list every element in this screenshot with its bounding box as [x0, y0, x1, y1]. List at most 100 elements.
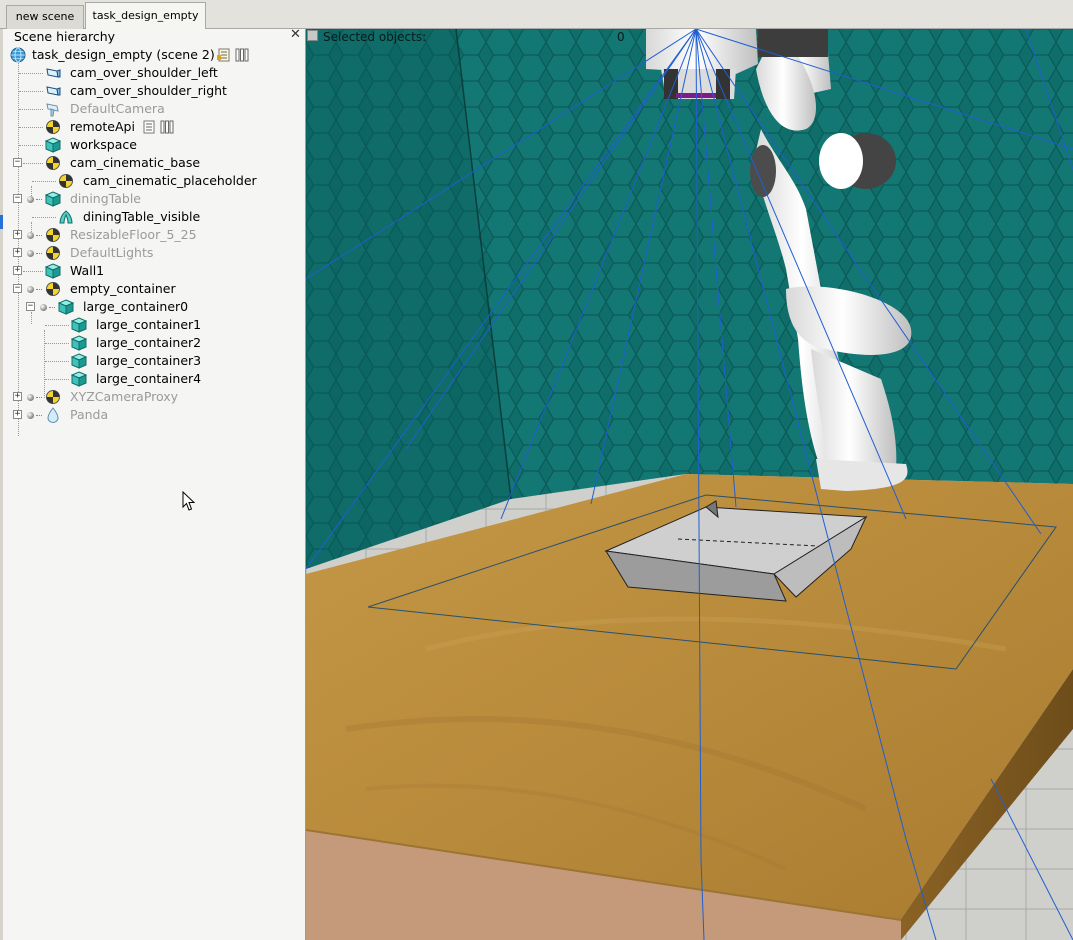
tree-item-label: cam_cinematic_placeholder	[83, 173, 257, 188]
dummy-icon	[59, 174, 73, 188]
tree-guide	[36, 397, 42, 398]
tree-guide	[19, 73, 43, 74]
expand-toggle[interactable]: +	[13, 266, 22, 275]
cuboid-icon	[71, 317, 87, 333]
tree-item-label: remoteApi	[70, 119, 135, 134]
cuboid-icon	[45, 137, 61, 153]
camera-icon	[46, 103, 59, 117]
tree-item-workspace[interactable]: workspace	[3, 136, 303, 154]
tree-item-label: DefaultCamera	[70, 101, 165, 116]
tree-item-label: XYZCameraProxy	[70, 389, 179, 404]
tree-item-cam-over-shoulder-right[interactable]: cam_over_shoulder_right	[3, 82, 303, 100]
scene-viewport[interactable]: Selected objects: 0	[306, 29, 1073, 940]
tree-guide	[36, 289, 42, 290]
cuboid-icon	[71, 371, 87, 387]
cuboid-icon	[71, 335, 87, 351]
cuboid-icon	[71, 353, 87, 369]
mouse-cursor-icon	[182, 491, 196, 511]
tree-guide	[23, 271, 43, 272]
tree-guide	[32, 217, 56, 218]
tree-item-default-camera[interactable]: DefaultCamera	[3, 100, 303, 118]
tree-item-empty-container[interactable]: − empty_container	[3, 280, 303, 298]
tree-item-large-container0[interactable]: − large_container0	[3, 298, 303, 316]
tree-item-cam-over-shoulder-left[interactable]: cam_over_shoulder_left	[3, 64, 303, 82]
camera-icon	[46, 86, 61, 96]
model-dot-icon	[27, 196, 34, 203]
tree-item-panda[interactable]: + Panda	[3, 406, 303, 424]
tree-item-label: large_container4	[96, 371, 202, 386]
collapse-toggle[interactable]: −	[26, 302, 35, 311]
tree-guide	[36, 415, 42, 416]
tree-item-remote-api[interactable]: remoteApi	[3, 118, 303, 136]
tree-item-label: large_container2	[96, 335, 202, 350]
tab-task-design-empty[interactable]: task_design_empty	[85, 2, 206, 29]
tree-guide	[36, 253, 42, 254]
tree-item-label: cam_over_shoulder_left	[70, 65, 218, 80]
tree-guide	[19, 145, 43, 146]
selected-objects-count: 0	[617, 30, 625, 44]
panel-title: Scene hierarchy	[14, 29, 116, 44]
tree-guide	[45, 343, 69, 344]
collapse-toggle[interactable]: −	[13, 158, 22, 167]
model-dot-icon	[27, 250, 34, 257]
expand-toggle[interactable]: +	[13, 410, 22, 419]
tree-item-cam-cinematic-placeholder[interactable]: cam_cinematic_placeholder	[3, 172, 303, 190]
tree-guide	[19, 109, 43, 110]
tree-item-label: cam_over_shoulder_right	[70, 83, 227, 98]
tree-guide	[36, 199, 42, 200]
tree-item-label: diningTable	[70, 191, 141, 206]
expand-toggle[interactable]: +	[13, 392, 22, 401]
shape-icon	[59, 210, 73, 224]
tree-guide	[23, 163, 43, 164]
tree-guide	[32, 181, 56, 182]
tree-item-large-container4[interactable]: large_container4	[3, 370, 303, 388]
collapse-toggle[interactable]: −	[13, 194, 22, 203]
dummy-icon	[46, 156, 60, 170]
script-icon[interactable]	[142, 120, 156, 134]
collapse-toggle[interactable]: −	[13, 284, 22, 293]
script-icon[interactable]	[217, 48, 231, 62]
tree-item-resizable-floor[interactable]: + ResizableFloor_5_25	[3, 226, 303, 244]
tree-item-label: task_design_empty (scene 2)	[32, 47, 215, 62]
tree-item-label: diningTable_visible	[83, 209, 201, 224]
tree-guide	[19, 91, 43, 92]
tree-item-xyz-camera-proxy[interactable]: + XYZCameraProxy	[3, 388, 303, 406]
tree-guide	[49, 307, 55, 308]
tree-item-label: ResizableFloor_5_25	[70, 227, 197, 242]
tab-new-scene[interactable]: new scene	[6, 5, 84, 29]
dummy-icon	[46, 120, 60, 134]
expand-toggle[interactable]: +	[13, 248, 22, 257]
tree-guide	[36, 235, 42, 236]
customization-script-icon[interactable]	[235, 48, 249, 62]
dummy-icon	[46, 228, 60, 242]
tree-item-label: empty_container	[70, 281, 176, 296]
model-dot-icon	[27, 232, 34, 239]
model-dot-icon	[27, 286, 34, 293]
tree-item-label: cam_cinematic_base	[70, 155, 201, 170]
tree-item-large-container3[interactable]: large_container3	[3, 352, 303, 370]
tree-item-large-container2[interactable]: large_container2	[3, 334, 303, 352]
tree-item-label: Panda	[70, 407, 109, 422]
tree-item-dining-table[interactable]: − diningTable	[3, 190, 303, 208]
expand-toggle[interactable]: +	[13, 230, 22, 239]
tree-item-wall1[interactable]: + Wall1	[3, 262, 303, 280]
tree-guide	[45, 361, 69, 362]
cuboid-icon	[45, 191, 61, 207]
tree-item-label: large_container0	[83, 299, 189, 314]
model-dot-icon	[27, 394, 34, 401]
tree-item-task-design-empty[interactable]: task_design_empty (scene 2)	[3, 46, 303, 64]
tree-item-dining-table-visible[interactable]: diningTable_visible	[3, 208, 303, 226]
tree-item-large-container1[interactable]: large_container1	[3, 316, 303, 334]
tree-item-default-lights[interactable]: + DefaultLights	[3, 244, 303, 262]
customization-script-icon[interactable]	[160, 120, 174, 134]
cuboid-icon	[45, 263, 61, 279]
viewport-corner-handle[interactable]	[307, 30, 318, 41]
scene-render	[306, 29, 1073, 940]
selected-objects-label: Selected objects:	[323, 30, 427, 44]
model-dot-icon	[27, 412, 34, 419]
dummy-icon	[46, 390, 60, 404]
tree-item-label: large_container3	[96, 353, 202, 368]
tree-item-cam-cinematic-base[interactable]: − cam_cinematic_base	[3, 154, 303, 172]
close-icon[interactable]: ✕	[290, 28, 301, 41]
tree-item-label: Wall1	[70, 263, 105, 278]
